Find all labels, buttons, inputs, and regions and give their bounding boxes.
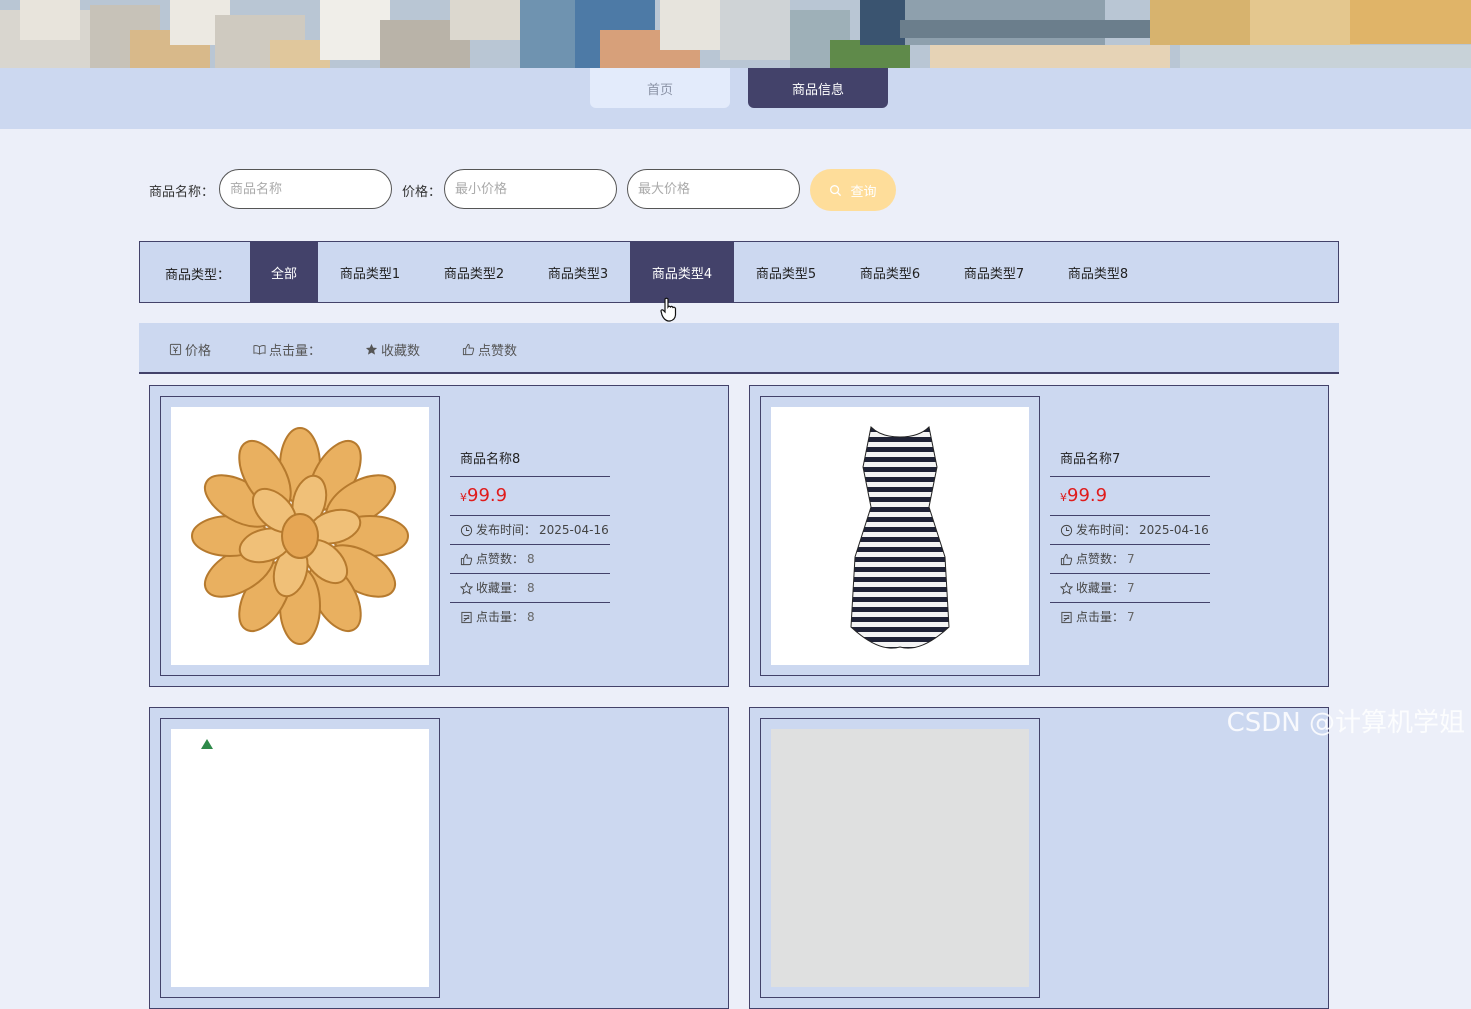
- product-image[interactable]: [171, 729, 429, 987]
- category-type-2[interactable]: 商品类型2: [422, 242, 526, 302]
- product-name[interactable]: 商品名称7: [1050, 448, 1210, 477]
- product-card[interactable]: 商品名称8 ¥99.9 发布时间： 2025-04-16 点赞数： 8 收藏量： 8 …: [149, 385, 729, 687]
- book-icon: [253, 345, 266, 355]
- watermark-text: CSDN @计算机学姐: [1226, 708, 1465, 738]
- favorites-label: 收藏量：: [476, 581, 525, 595]
- product-image-frame: [760, 718, 1040, 998]
- clicks-label: 点击量：: [476, 610, 525, 624]
- product-image-frame: [160, 396, 440, 676]
- clicks-count: 点击量： 8: [450, 603, 610, 631]
- min-price-input[interactable]: [444, 169, 617, 209]
- document-icon: [461, 611, 472, 623]
- currency-symbol: ¥: [460, 491, 467, 504]
- star-outline-icon: [1060, 581, 1073, 595]
- publish-time-label: 发布时间：: [476, 523, 537, 537]
- product-image-frame: [160, 718, 440, 998]
- likes-count: 点赞数： 8: [450, 545, 610, 574]
- product-card[interactable]: 商品名称7 ¥99.9 发布时间： 2025-04-16 点赞数： 7 收藏量： 7 …: [749, 385, 1329, 687]
- search-button-label: 查询: [850, 183, 877, 199]
- favorites-label: 收藏量：: [1076, 581, 1125, 595]
- category-type-1[interactable]: 商品类型1: [318, 242, 422, 302]
- currency-symbol: ¥: [1060, 491, 1067, 504]
- price-value: 99.9: [1067, 485, 1108, 506]
- sort-favorites-label: 收藏数: [381, 344, 421, 359]
- category-type-3[interactable]: 商品类型3: [526, 242, 630, 302]
- sort-clicks-label: 点击量：: [269, 344, 322, 359]
- product-thumbnail-image: [201, 739, 213, 749]
- striped-dress-image: [850, 425, 950, 649]
- sort-by-price[interactable]: 价格: [169, 340, 211, 359]
- clicks-value: 7: [1127, 610, 1135, 624]
- nav-home-tab[interactable]: 首页: [590, 68, 730, 108]
- likes-count: 点赞数： 7: [1050, 545, 1210, 574]
- category-filter: 商品类型： 全部 商品类型1 商品类型2 商品类型3 商品类型4 商品类型5 商…: [139, 241, 1339, 303]
- sort-bar: 价格 点击量： 收藏数 点赞数: [139, 323, 1339, 374]
- product-image[interactable]: [171, 407, 429, 665]
- publish-time-value: 2025-04-16: [1139, 523, 1209, 537]
- star-icon: [365, 343, 378, 355]
- header-banner-image: [0, 0, 1471, 68]
- product-price: ¥99.9: [450, 477, 610, 516]
- search-icon: [830, 184, 842, 196]
- category-type-6[interactable]: 商品类型6: [838, 242, 942, 302]
- search-button[interactable]: 查询: [810, 169, 896, 211]
- sort-by-clicks[interactable]: 点击量：: [253, 340, 321, 359]
- likes-label: 点赞数：: [1076, 552, 1125, 566]
- category-filter-label: 商品类型：: [165, 268, 231, 283]
- likes-label: 点赞数：: [476, 552, 525, 566]
- document-icon: [1061, 611, 1072, 623]
- product-name-input[interactable]: [219, 169, 392, 209]
- name-search-label: 商品名称：: [149, 185, 215, 200]
- sort-likes-label: 点赞数: [478, 344, 518, 359]
- likes-value: 8: [527, 552, 535, 566]
- publish-time: 发布时间： 2025-04-16: [450, 516, 610, 545]
- favorites-count: 收藏量： 7: [1050, 574, 1210, 603]
- product-image[interactable]: [771, 729, 1029, 987]
- price-tag-icon: [169, 343, 182, 356]
- clock-icon: [1060, 524, 1073, 536]
- publish-time-label: 发布时间：: [1076, 523, 1137, 537]
- product-image-frame: [760, 396, 1040, 676]
- favorites-value: 7: [1127, 581, 1135, 595]
- thumbs-up-icon: [1060, 553, 1073, 565]
- clicks-label: 点击量：: [1076, 610, 1125, 624]
- product-price: ¥99.9: [1050, 477, 1210, 516]
- thumbs-up-icon: [460, 553, 473, 565]
- clicks-value: 8: [527, 610, 535, 624]
- thumbs-up-icon: [462, 343, 475, 356]
- likes-value: 7: [1127, 552, 1135, 566]
- category-type-8[interactable]: 商品类型8: [1046, 242, 1150, 302]
- sort-price-label: 价格: [185, 344, 212, 359]
- sort-by-favorites[interactable]: 收藏数: [365, 340, 420, 359]
- sort-by-likes[interactable]: 点赞数: [462, 340, 517, 359]
- category-type-4[interactable]: 商品类型4: [630, 242, 734, 302]
- favorites-value: 8: [527, 581, 535, 595]
- product-card[interactable]: [149, 707, 729, 1009]
- hand-cursor-icon: [660, 297, 677, 322]
- category-type-5[interactable]: 商品类型5: [734, 242, 838, 302]
- publish-time: 发布时间： 2025-04-16: [1050, 516, 1210, 545]
- dried-seafood-image: [191, 427, 409, 645]
- nav-goods-tab[interactable]: 商品信息: [748, 68, 888, 108]
- price-label: 价格：: [402, 185, 442, 200]
- max-price-input[interactable]: [627, 169, 800, 209]
- favorites-count: 收藏量： 8: [450, 574, 610, 603]
- main-navigation: 首页 商品信息: [0, 68, 1471, 129]
- star-outline-icon: [460, 581, 473, 595]
- clock-icon: [460, 524, 473, 536]
- city-skyline-image: [0, 0, 1471, 68]
- category-all[interactable]: 全部: [250, 242, 318, 302]
- product-name[interactable]: 商品名称8: [450, 448, 610, 477]
- search-bar: 商品名称： 价格： 查询: [0, 169, 1471, 211]
- product-info: 商品名称7 ¥99.9 发布时间： 2025-04-16 点赞数： 7 收藏量： 7 …: [1050, 448, 1210, 631]
- product-image[interactable]: [771, 407, 1029, 665]
- category-type-7[interactable]: 商品类型7: [942, 242, 1046, 302]
- publish-time-value: 2025-04-16: [539, 523, 609, 537]
- clicks-count: 点击量： 7: [1050, 603, 1210, 631]
- price-value: 99.9: [467, 485, 508, 506]
- product-info: 商品名称8 ¥99.9 发布时间： 2025-04-16 点赞数： 8 收藏量： 8 …: [450, 448, 610, 631]
- product-card[interactable]: [749, 707, 1329, 1009]
